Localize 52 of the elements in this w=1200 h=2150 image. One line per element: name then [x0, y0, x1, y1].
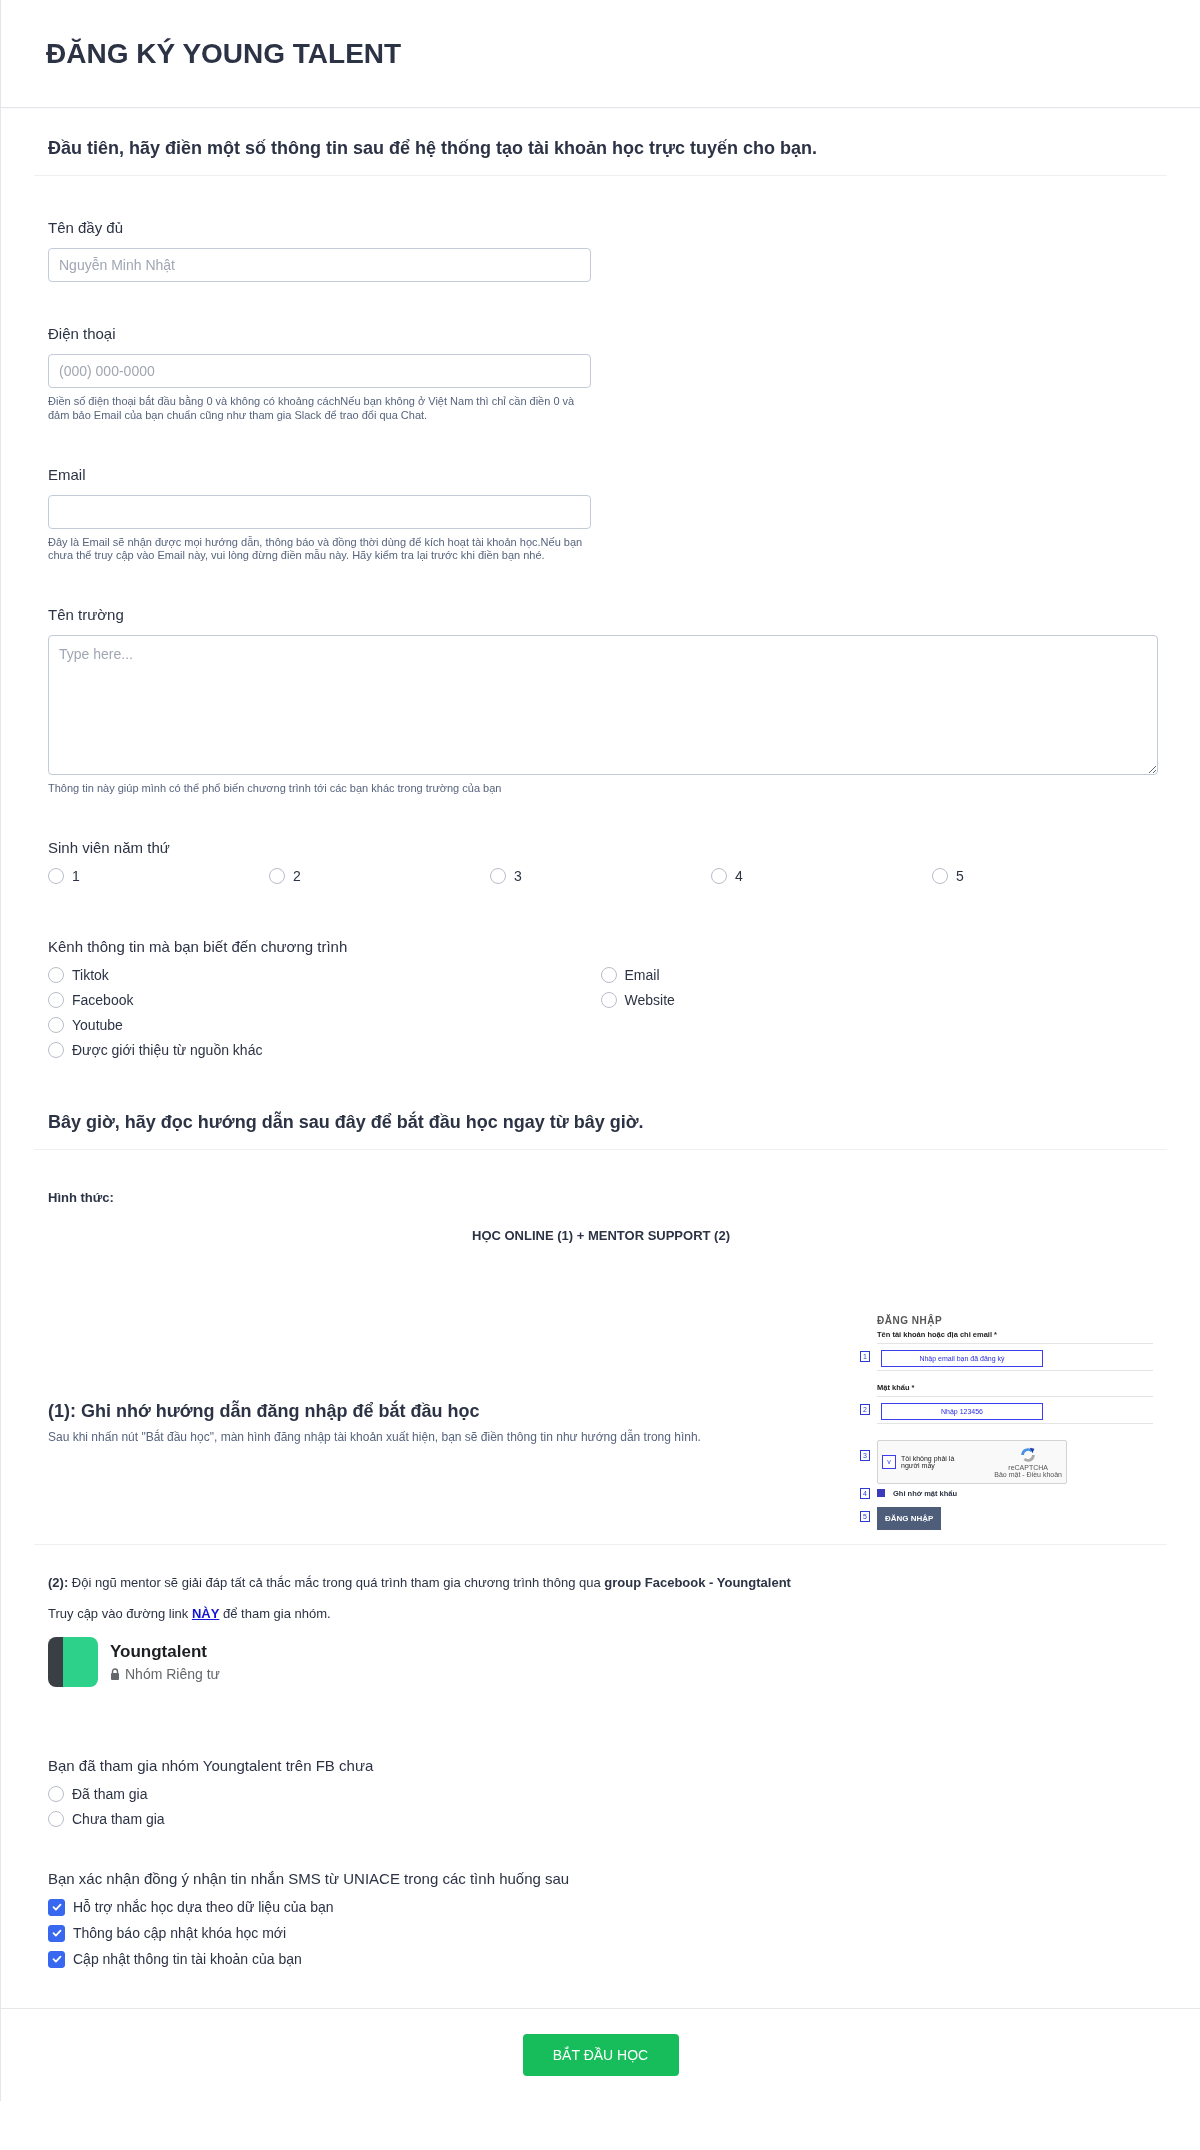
checkbox[interactable] — [48, 1924, 65, 1942]
option-label: 5 — [956, 867, 964, 884]
option-label: 3 — [514, 867, 522, 884]
form-label: Hình thức: — [48, 1189, 115, 1205]
group-link[interactable]: NÀY — [191, 1605, 220, 1621]
section-heading: Đầu tiên, hãy điền một số thông tin sau để hệ thống tạo tài khoản học trực tuyến cho bạn. — [48, 138, 819, 159]
section-heading: Bây giờ, hãy đọc hướng dẫn sau đây để bắt đầu học ngay từ bây giờ. — [48, 1111, 645, 1133]
group-privacy: Nhóm Riêng tư — [125, 1665, 220, 1682]
option-label: 4 — [735, 867, 743, 884]
format-text: HỌC ONLINE (1) + MENTOR SUPPORT (2) — [471, 1227, 731, 1243]
group-cover-photo — [48, 1636, 98, 1687]
guide-heading: (1): Ghi nhớ hướng dẫn đăng nhập để bắt đầu học — [48, 1400, 481, 1422]
question-label: Bạn xác nhận đồng ý nhận tin nhắn SMS từ UNIACE trong các tình huống sau — [48, 1869, 571, 1887]
option-label: Đã tham gia — [72, 1785, 148, 1802]
question-label: Tên trường — [48, 606, 125, 623]
login-button[interactable]: ĐĂNG NHẬP — [877, 1506, 942, 1530]
help-text: Điền số điện thoại bắt đầu bằng 0 và không có khoảng cáchNếu bạn không ở Việt Nam thì chỉ cần điền 0 và đảm bảo Email của bạn chuẩn cũng như tham gia Slack để trao đổi qua Chat. — [48, 395, 576, 423]
option-label: Tiktok — [72, 966, 109, 983]
option-label: Chưa tham gia — [72, 1810, 165, 1827]
question-label: Tên đầy đủ — [48, 219, 125, 236]
mentor-description: (2): Đội ngũ mentor sẽ giải đáp tất cả thắc mắc trong quá trình tham gia chương trình thông qua group Facebook - Youngtalent — [48, 1574, 792, 1590]
refresh-arrows-icon — [1019, 1445, 1038, 1464]
help-text: Đây là Email sẽ nhận được mọi hướng dẫn, thông báo và đồng thời dùng để kích hoạt tài khoản học.Nếu bạn chưa thể truy cập vào Email này, vui lòng đừng điền mẫu này. Hãy kiểm tra lại trước khi điền bạn nhé. — [48, 535, 584, 563]
option-label: Được giới thiệu từ nguồn khác — [72, 1041, 263, 1058]
option-label: Facebook — [72, 991, 134, 1008]
checkbox[interactable] — [48, 1898, 65, 1916]
question-label: Email — [48, 465, 87, 483]
login-title: ĐĂNG NHẬP — [877, 1314, 944, 1326]
option-label: Cập nhật thông tin tài khoản của bạn — [73, 1951, 302, 1968]
option-label: 1 — [72, 867, 80, 884]
option-label: 2 — [293, 867, 301, 884]
group-name: Youngtalent — [110, 1641, 208, 1662]
checkbox[interactable] — [48, 1950, 65, 1968]
option-label: Youtube — [72, 1016, 123, 1033]
text-area-field[interactable]: Type here... — [48, 635, 1158, 775]
option-label: Thông báo cập nhật khóa học mới — [73, 1925, 287, 1942]
lock-icon — [110, 1667, 120, 1680]
text-input-field[interactable]: (000) 000-0000 — [48, 354, 591, 388]
question-label: Sinh viên năm thứ — [48, 838, 171, 856]
text-input-field[interactable]: Nguyễn Minh Nhật — [48, 248, 591, 282]
form-title: ĐĂNG KÝ YOUNG TALENT — [46, 37, 402, 70]
question-label: Kênh thông tin mà bạn biết đến chương trình — [48, 937, 349, 955]
help-text: Thông tin này giúp mình có thể phổ biến chương trình tới các bạn khác trong trường của bạn — [48, 782, 503, 796]
option-label: Website — [624, 991, 675, 1008]
join-instruction: Truy cập vào đường link NÀY để tham gia nhóm. — [48, 1605, 332, 1621]
question-label: Điện thoại — [48, 325, 117, 342]
guide-description: Sau khi nhấn nút "Bắt đầu học", màn hình đăng nhập tài khoản xuất hiện, bạn sẽ điền thông tin như hướng dẫn trong hình. — [48, 1429, 701, 1444]
question-label: Bạn đã tham gia nhóm Youngtalent trên FB chưa — [48, 1756, 375, 1774]
checkbox[interactable] — [877, 1489, 885, 1498]
option-label: Email — [624, 966, 660, 983]
option-label: Hỗ trợ nhắc học dựa theo dữ liệu của bạn — [73, 1899, 334, 1916]
text-input-field[interactable] — [48, 494, 591, 529]
